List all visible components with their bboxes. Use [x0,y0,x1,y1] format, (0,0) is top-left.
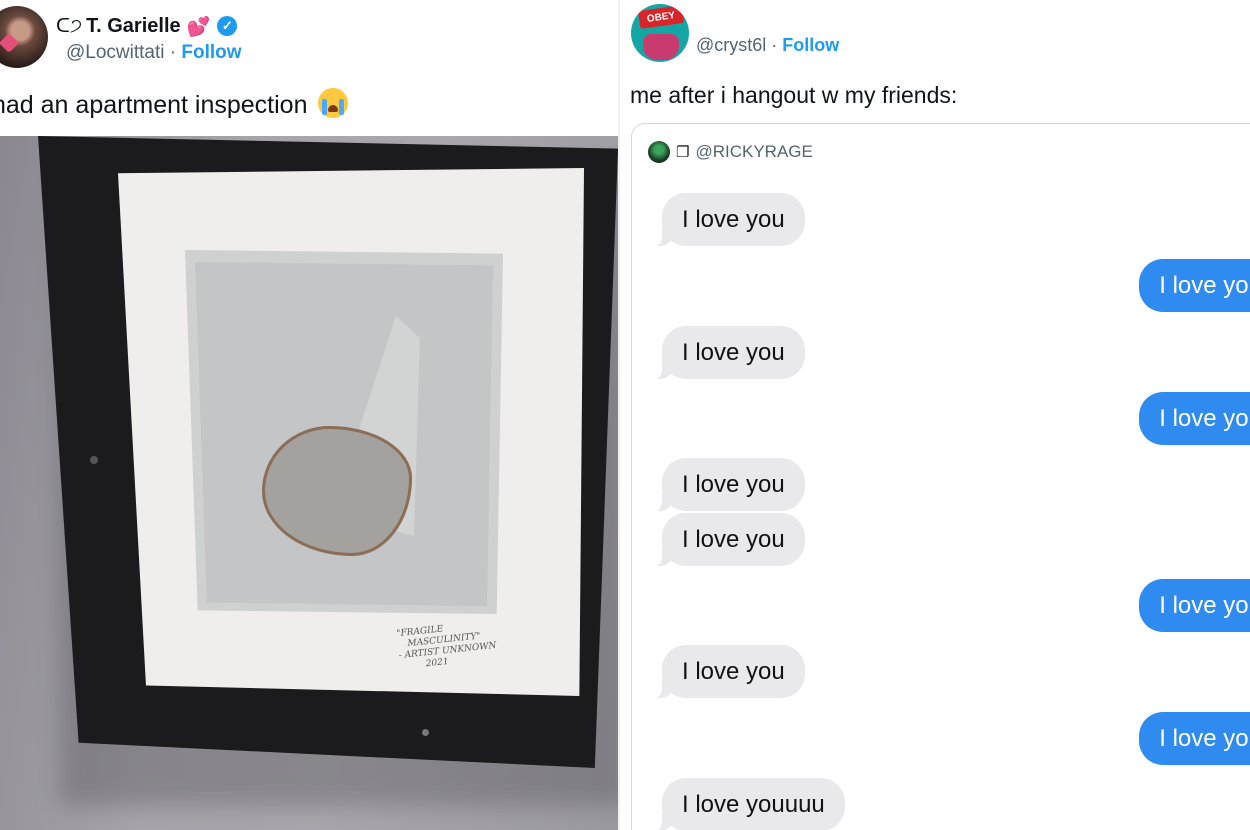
message-bubble-sent: I love you [1139,259,1250,312]
user-avatar[interactable] [0,6,48,68]
quoted-avatar [648,141,670,163]
right-tweet: OBEY @cryst6l · Follow me after i hangou… [620,0,1250,830]
quoted-image[interactable]: ❐ @RICKYRAGE I love you I love you I lov… [631,123,1250,830]
display-name[interactable]: T. Garielle [86,15,181,38]
frame-screw [422,729,429,736]
wall-screw [90,456,98,464]
follow-button[interactable]: Follow [782,35,839,55]
handle-row: @cryst6l · Follow [696,35,839,56]
separator: · [766,35,783,55]
message-bubble-sent: I love you [1139,392,1250,445]
copy-icon: ❐ [676,143,690,161]
message-bubble-received: I love you [650,193,805,247]
message-bubble-sent: I love you [1139,579,1250,632]
name-prefix: ᑕ੭ [56,15,83,37]
tweet-photo[interactable]: "FRAGILE MASCULINITY" - ARTIST UNKNOWN 2… [0,136,618,830]
tweet-text: had an apartment inspection [0,88,349,120]
quoted-handle: @RICKYRAGE [695,142,813,161]
user-handle[interactable]: @cryst6l [696,35,766,55]
message-bubble-sent: I love you [1139,712,1250,765]
obey-cap-logo: OBEY [637,5,685,29]
separator: · [164,42,182,63]
message-bubble-received: I love you [650,458,805,512]
tweet-text: me after i hangout w my friends: [630,82,958,108]
message-bubble-received: I love you [650,513,805,567]
message-bubble-received: I love you [650,326,805,380]
verified-badge-icon: ✓ [217,16,238,36]
follow-button[interactable]: Follow [181,42,241,63]
message-bubble-received: I love youuuu [650,778,845,830]
message-bubble-received: I love you [650,645,805,699]
user-avatar[interactable]: OBEY [631,4,689,62]
quoted-header: ❐ @RICKYRAGE [648,141,813,163]
tweet-text-content: had an apartment inspection [0,91,308,119]
user-handle[interactable]: @Locwittati [66,42,165,63]
loudly-crying-face-icon [318,88,349,118]
two-hearts-icon: 💕 [186,15,211,38]
handle-row: @Locwittati · Follow [66,42,242,64]
user-name-row: ᑕ੭ T. Garielle 💕 ✓ [56,13,238,39]
left-tweet: ᑕ੭ T. Garielle 💕 ✓ @Locwittati · Follow … [0,0,620,830]
